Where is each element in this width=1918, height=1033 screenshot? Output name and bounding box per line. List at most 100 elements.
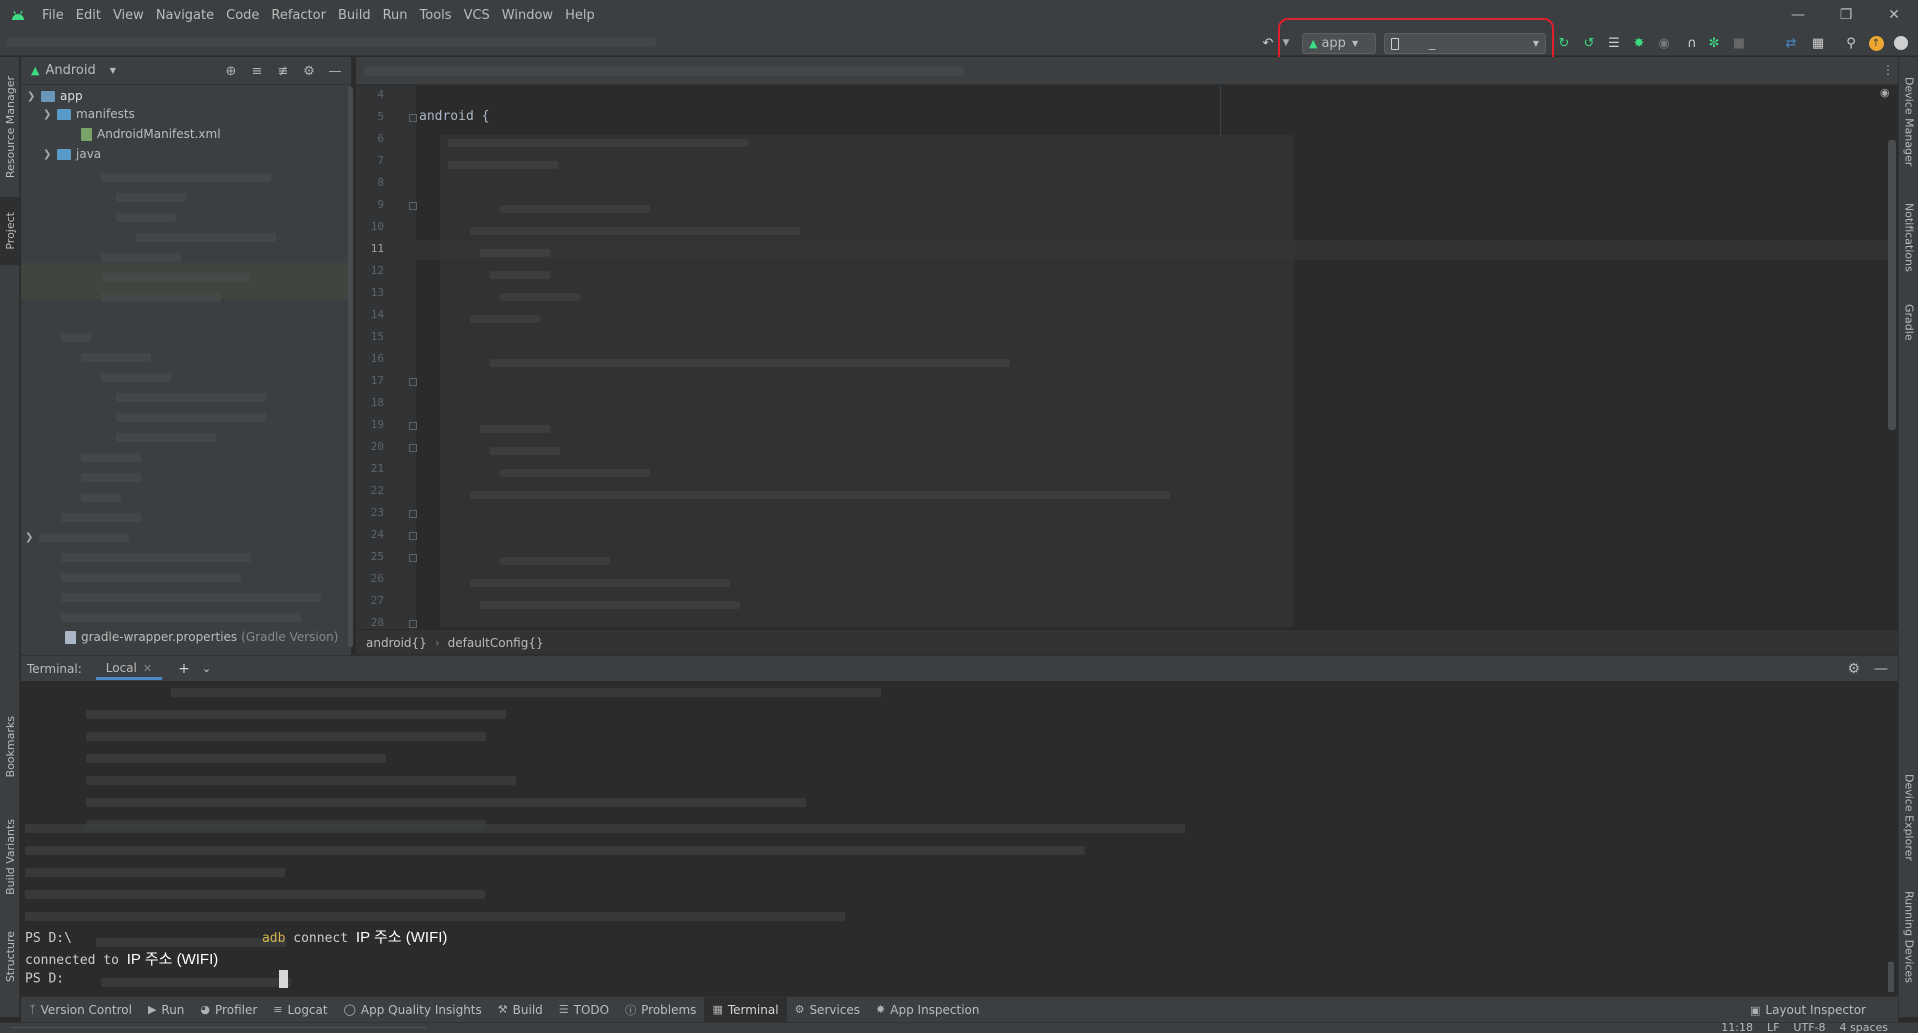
new-tab-icon[interactable]: +	[178, 661, 190, 677]
blurred-tree-row	[136, 233, 276, 242]
tool-tab-running-devices[interactable]: Running Devices	[1899, 882, 1918, 992]
expand-all-icon[interactable]: ≡	[249, 63, 265, 79]
menu-refactor[interactable]: Refactor	[265, 8, 332, 23]
tree-label: AndroidManifest.xml	[97, 127, 221, 141]
fold-marker-icon[interactable]	[409, 620, 417, 628]
tool-tab-bookmarks[interactable]: Bookmarks	[0, 707, 20, 787]
more-options-icon[interactable]: ⋮	[1882, 63, 1894, 77]
tool-button-build[interactable]: ⚒ Build	[490, 1003, 551, 1017]
tool-button-layout-inspector[interactable]: ▣ Layout Inspector	[1750, 997, 1866, 1023]
chevron-down-icon[interactable]: ▼	[1278, 35, 1294, 51]
tool-button-app-quality-insights[interactable]: ◯ App Quality Insights	[336, 1003, 490, 1017]
tool-button-app-inspection[interactable]: ✸ App Inspection	[868, 1003, 987, 1017]
menu-build[interactable]: Build	[332, 8, 377, 23]
menu-run[interactable]: Run	[377, 8, 414, 23]
tool-tab-device-manager[interactable]: Device Manager	[1899, 67, 1918, 177]
menu-navigate[interactable]: Navigate	[150, 8, 220, 23]
fold-marker-icon[interactable]	[409, 422, 417, 430]
tree-node-manifests[interactable]: ❯ manifests	[43, 104, 135, 124]
tool-button-problems[interactable]: ⓘ Problems	[617, 1002, 704, 1018]
tree-node-gradle-scripts[interactable]: ❯	[25, 527, 129, 547]
gear-icon[interactable]: ⚙	[1847, 661, 1860, 677]
menu-view[interactable]: View	[107, 8, 150, 23]
menu-help[interactable]: Help	[559, 8, 601, 23]
terminal-scrollbar[interactable]	[1888, 962, 1894, 992]
tool-button-version-control[interactable]: ᛉ Version Control	[21, 1003, 140, 1017]
fold-marker-icon[interactable]	[409, 378, 417, 386]
fold-marker-icon[interactable]	[409, 444, 417, 452]
tool-tab-resource-manager[interactable]: Resource Manager	[0, 67, 20, 187]
menu-window[interactable]: Window	[496, 8, 559, 23]
close-icon[interactable]: ✕	[143, 662, 152, 675]
back-hammer-icon[interactable]: ↶	[1260, 35, 1276, 51]
minimize-icon[interactable]: —	[1774, 0, 1822, 30]
tool-button-profiler[interactable]: ◕ Profiler	[192, 1003, 265, 1017]
tool-button-terminal[interactable]: ▦ Terminal	[704, 996, 787, 1023]
tree-node-manifest-file[interactable]: AndroidManifest.xml	[81, 124, 221, 144]
fold-marker-icon[interactable]	[409, 202, 417, 210]
indent-setting[interactable]: 4 spaces	[1840, 1021, 1889, 1033]
device-manager-icon[interactable]: ▦	[1810, 35, 1826, 51]
tool-tab-notifications[interactable]: Notifications	[1899, 192, 1918, 282]
attach-process-icon[interactable]: ✼	[1706, 35, 1722, 51]
run-config-selector[interactable]: ▲ app ▼	[1302, 33, 1376, 54]
update-icon[interactable]: ↑	[1868, 35, 1884, 51]
tool-button-run[interactable]: ▶ Run	[140, 1003, 192, 1017]
breadcrumb-item-android[interactable]: android{}	[366, 636, 427, 650]
profile-icon[interactable]: ◉	[1656, 35, 1672, 51]
menu-vcs[interactable]: VCS	[458, 8, 496, 23]
chevron-down-icon[interactable]: ⌄	[202, 662, 211, 675]
tool-tab-structure[interactable]: Structure	[0, 917, 20, 997]
fold-marker-icon[interactable]	[409, 554, 417, 562]
tool-tab-build-variants[interactable]: Build Variants	[0, 807, 20, 907]
close-icon[interactable]: ✕	[1870, 0, 1918, 30]
attach-debugger-icon[interactable]: ∩	[1684, 35, 1700, 51]
tab-label: Running Devices	[1902, 891, 1916, 983]
menu-code[interactable]: Code	[220, 8, 265, 23]
apply-code-changes-icon[interactable]: ↺	[1581, 35, 1597, 51]
tab-terminal-local[interactable]: Local ✕	[95, 657, 163, 680]
tree-node-gradle-wrapper[interactable]: gradle-wrapper.properties (Gradle Versio…	[65, 627, 338, 647]
line-number: 12	[370, 264, 384, 277]
gear-icon[interactable]: ⚙	[301, 63, 317, 79]
sync-gradle-icon[interactable]: ⇄	[1783, 35, 1799, 51]
debug-icon[interactable]: ✸	[1631, 35, 1647, 51]
editor-scrollbar[interactable]	[1888, 140, 1896, 430]
tool-button-logcat[interactable]: ≡ Logcat	[265, 1003, 335, 1017]
account-icon[interactable]	[1893, 35, 1909, 51]
menu-file[interactable]: File	[36, 8, 70, 23]
line-ending[interactable]: LF	[1767, 1021, 1779, 1033]
tool-tab-project[interactable]: Project	[0, 197, 20, 265]
fold-marker-icon[interactable]	[409, 532, 417, 540]
tool-button-todo[interactable]: ☰ TODO	[551, 1003, 617, 1017]
apply-changes-restart-icon[interactable]: ↻	[1556, 35, 1572, 51]
line-number: 8	[377, 176, 384, 189]
tree-node-java[interactable]: ❯ java	[43, 144, 101, 164]
device-selector[interactable]: _ ▼	[1384, 33, 1546, 54]
project-view-selector[interactable]: ▲ Android ▼	[31, 63, 116, 78]
run-coverage-icon[interactable]: ☰	[1606, 35, 1622, 51]
caret-position[interactable]: 11:18	[1721, 1021, 1753, 1033]
tool-button-services[interactable]: ⚙ Services	[787, 1003, 868, 1017]
search-icon[interactable]: ⚲	[1843, 35, 1859, 51]
file-encoding[interactable]: UTF-8	[1793, 1021, 1825, 1033]
breadcrumb-item-default-config[interactable]: defaultConfig{}	[448, 636, 544, 650]
hide-icon[interactable]: —	[1874, 661, 1888, 677]
locate-icon[interactable]: ⊕	[223, 63, 239, 79]
hide-icon[interactable]: —	[327, 63, 343, 79]
restore-icon[interactable]: ❐	[1822, 0, 1870, 30]
fold-marker-icon[interactable]	[409, 114, 417, 122]
fold-marker-icon[interactable]	[409, 510, 417, 518]
tree-node-app[interactable]: ❯ app	[27, 86, 83, 106]
menu-edit[interactable]: Edit	[70, 8, 107, 23]
tool-tab-gradle[interactable]: Gradle	[1899, 292, 1918, 352]
menu-tools[interactable]: Tools	[414, 8, 458, 23]
terminal-body[interactable]: PS D:\ adb connect IP 주소 (WIFI) connected…	[21, 682, 1898, 994]
reader-mode-icon[interactable]: ◉	[1880, 86, 1890, 99]
stop-icon[interactable]: ■	[1731, 35, 1747, 51]
tree-scrollbar[interactable]	[348, 87, 353, 647]
tool-tab-device-explorer[interactable]: Device Explorer	[1899, 762, 1918, 872]
collapse-all-icon[interactable]: ≢	[275, 63, 291, 79]
line-number: 20	[370, 440, 384, 453]
line-number: 24	[370, 528, 384, 541]
